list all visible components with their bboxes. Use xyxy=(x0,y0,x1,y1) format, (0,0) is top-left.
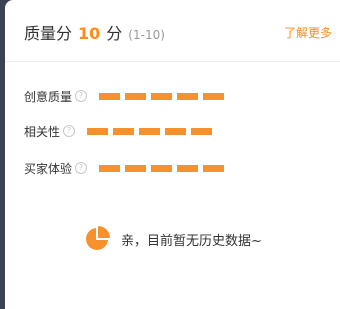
level-bar-segment xyxy=(203,92,225,100)
empty-state-text: 亲，目前暂无历史数据~ xyxy=(121,233,262,249)
level-bar-segment xyxy=(151,92,173,100)
level-bar-segment xyxy=(125,164,147,172)
metric-row-buyer-experience: 买家体验 ? xyxy=(24,158,225,178)
level-bars xyxy=(87,127,213,135)
level-bar-segment xyxy=(177,92,199,100)
metric-row-creative-quality: 创意质量 ? xyxy=(24,86,225,106)
learn-more-link[interactable]: 了解更多 xyxy=(284,24,332,41)
score-value: 10 xyxy=(78,24,101,43)
help-icon[interactable]: ? xyxy=(75,90,88,102)
level-bar-segment xyxy=(165,127,187,135)
level-bar-segment xyxy=(139,127,161,135)
card-header: 质量分 10 分 (1-10) 了解更多 xyxy=(5,0,340,62)
quality-score-title: 质量分 10 分 (1-10) xyxy=(24,20,165,44)
metric-label: 买家体验 xyxy=(24,161,73,176)
pie-chart-icon xyxy=(86,226,110,250)
help-icon[interactable]: ? xyxy=(75,162,88,174)
help-icon[interactable]: ? xyxy=(63,125,76,137)
level-bar-segment xyxy=(191,127,213,135)
level-bar-segment xyxy=(113,127,135,135)
metric-label: 相关性 xyxy=(24,124,61,139)
empty-state: 亲，目前暂无历史数据~ xyxy=(84,226,262,252)
level-bars xyxy=(99,92,225,100)
level-bar-segment xyxy=(87,127,109,135)
level-bar-segment xyxy=(151,164,173,172)
title-label: 质量分 xyxy=(24,24,73,43)
metric-row-relevance: 相关性 ? xyxy=(24,121,213,141)
score-unit: 分 xyxy=(106,24,123,43)
level-bar-segment xyxy=(99,92,121,100)
level-bar-segment xyxy=(177,164,199,172)
metric-label: 创意质量 xyxy=(24,89,73,104)
level-bar-segment xyxy=(203,164,225,172)
score-range: (1-10) xyxy=(128,28,165,42)
level-bar-segment xyxy=(99,164,121,172)
level-bar-segment xyxy=(125,92,147,100)
quality-score-card: 质量分 10 分 (1-10) 了解更多 创意质量 ? 相关性 ? 买家体验 ?… xyxy=(5,0,340,309)
level-bars xyxy=(99,164,225,172)
